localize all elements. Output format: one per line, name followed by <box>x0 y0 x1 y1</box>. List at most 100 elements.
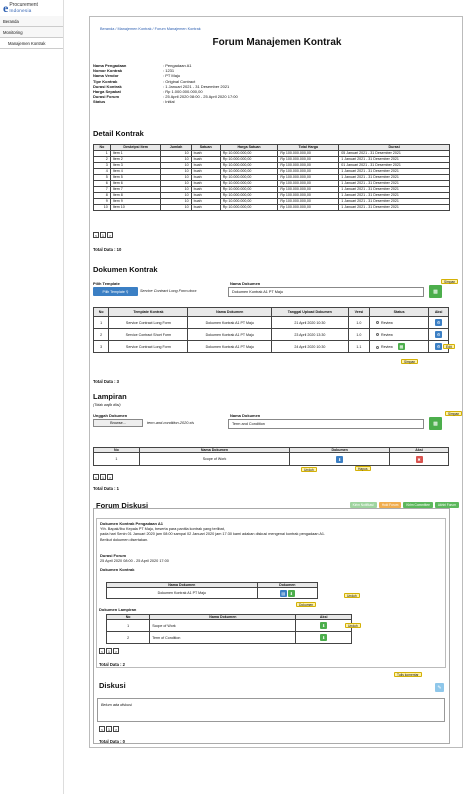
table-cell: 1.0 <box>347 316 371 329</box>
edit-button[interactable]: ⚙ <box>435 343 443 350</box>
table-row: 1 Service Contract Long Form Dokumen Kontr… <box>92 316 449 329</box>
table-cell: 1 <box>92 316 110 329</box>
lampiran-title: Lampiran <box>93 392 127 401</box>
pager-page-button[interactable]: 1 <box>106 726 112 732</box>
logo-line2: Indonesia <box>9 8 32 13</box>
edit-button[interactable]: ⚙ <box>435 331 443 338</box>
pager-page-button[interactable]: 1 <box>106 648 112 654</box>
tooltip-edit: Edit <box>443 344 455 349</box>
pager-prev-button[interactable]: < <box>93 232 99 238</box>
pilih-template-button[interactable]: Pilih Template ⚲ <box>93 287 138 296</box>
detail-pager: < 1 > <box>93 232 113 238</box>
aksi-cell: ⬇ <box>295 619 352 632</box>
status-radio[interactable] <box>376 333 380 337</box>
table-cell: Dokumen Kontrak A1 PT Maju <box>187 328 272 341</box>
pager-next-button[interactable]: > <box>113 648 119 654</box>
unggah-label: Unggah Dokumen <box>93 413 128 418</box>
lampiran-nama-input[interactable]: Term and Condition <box>228 419 424 429</box>
table-cell: 2 <box>92 328 110 341</box>
pencil-icon: ✎ <box>437 684 442 691</box>
nav-item-monitoring[interactable]: Monitoring <box>0 27 63 38</box>
status-label: Review <box>381 345 393 349</box>
forum-action-button[interactable]: Hold Forum <box>378 502 402 508</box>
table-cell: Term of Condition <box>149 631 297 644</box>
column-header: Tanggal Upload Dokumen <box>270 307 349 317</box>
table-cell: 10 <box>160 204 192 211</box>
browse-button[interactable]: Browse... <box>93 419 143 427</box>
table-cell: 21 April 2020 10:30 <box>270 316 349 329</box>
status-cell: Review <box>369 316 430 329</box>
status-radio[interactable] <box>376 321 380 325</box>
dokumen-cell: ▤ ⬇ <box>256 587 319 599</box>
dokumen-cell: ⬇ <box>289 452 391 466</box>
dl-label: Dokumen Lampiran <box>99 607 137 612</box>
forum-action-button[interactable]: Kirim Committee <box>403 502 433 508</box>
pager-next-button[interactable]: > <box>107 232 113 238</box>
gear-icon: ⚙ <box>436 320 441 325</box>
diskusi-textarea[interactable]: Belum ada diskusi <box>97 698 445 722</box>
table-cell: Service Contract Long Form <box>108 316 189 329</box>
column-header: Versi <box>347 307 371 317</box>
durasi-label: Durasi Forum <box>100 552 127 558</box>
save-icon: ▩ <box>399 344 404 349</box>
pager-next-button[interactable]: > <box>113 726 119 732</box>
status-radio[interactable] <box>376 345 380 349</box>
write-comment-button[interactable]: ✎ <box>435 683 444 692</box>
pager-next-button[interactable]: > <box>107 474 113 480</box>
table-cell: Dokumen Kontrak A1 PT Maju <box>106 587 258 599</box>
save-dokumen-button[interactable]: ▩ <box>429 285 442 298</box>
template-label: Pilih Template <box>93 281 120 286</box>
lampiran-pager: < 1 > <box>93 474 113 480</box>
tooltip-unduh-forum: Unduh <box>344 593 360 598</box>
forum-lampiran-table: No Nama Dokumen Aksi 1 Scope of Work ⬇ 2 Term o… <box>105 614 352 644</box>
template-filename: Service Contract Long Form.docx <box>140 289 197 293</box>
column-header: Template Kontrak <box>108 307 189 317</box>
delete-button[interactable]: ✖ <box>415 455 423 463</box>
forum-action-button[interactable]: Kirim Notifikasi <box>349 502 377 508</box>
nama-dokumen-label: Nama Dokumen <box>230 281 261 286</box>
nama-dokumen-input[interactable]: Dokumen Kontrak A1 PT Maju <box>228 287 424 297</box>
forum-action-button[interactable]: Akhiri Forum <box>434 502 459 508</box>
main-panel: Beranda / Manajemen Kontrak / Forum Mana… <box>89 16 463 748</box>
download-button[interactable]: ⬇ <box>287 589 295 597</box>
save-icon: ▩ <box>433 420 438 427</box>
save-row-button[interactable]: ▩ <box>397 343 405 350</box>
file-name: term-and-condition-2020.xls <box>147 421 195 425</box>
download-button[interactable]: ⬇ <box>320 622 328 629</box>
pager-prev-button[interactable]: < <box>99 726 105 732</box>
table-cell: 1 <box>93 452 140 466</box>
table-cell: 10 <box>93 204 111 211</box>
diskusi-pager: < 1 > <box>99 726 119 732</box>
info-key: Status <box>93 99 106 105</box>
nav-item-manajemen-kontrak[interactable]: Manajemen Kontrak <box>0 38 63 49</box>
table-cell: Service Contract Short Form <box>108 328 189 341</box>
pager-page-button[interactable]: 1 <box>100 474 106 480</box>
pager-prev-button[interactable]: < <box>93 474 99 480</box>
download-icon: ⬇ <box>322 635 326 640</box>
file-button[interactable]: ▤ <box>279 589 287 597</box>
nav-item-beranda[interactable]: Beranda <box>0 16 63 27</box>
download-icon: ⬇ <box>337 456 342 462</box>
aksi-cell: ✖ <box>389 452 449 466</box>
table-cell: 3 <box>92 340 110 353</box>
file-icon: ▤ <box>281 590 286 596</box>
pager-prev-button[interactable]: < <box>99 648 105 654</box>
forum-dokumen-table: Nama Dokumen Dokumen Dokumen Kontrak A1 PT… <box>106 582 319 599</box>
column-header: No <box>92 307 110 317</box>
table-cell: 1 Januari 2021 - 31 Desember 2021 <box>338 204 450 211</box>
breadcrumb[interactable]: Beranda / Manajemen Kontrak / Forum Mana… <box>100 27 201 31</box>
table-row: 3 Service Contract Long Form Dokumen Kontr… <box>92 340 449 353</box>
tooltip-unduh: Unduh <box>301 467 317 472</box>
sidebar: e Procurement Indonesia Beranda Monitori… <box>0 0 64 794</box>
table-row: 2 Term of Condition ⬇ <box>105 631 352 644</box>
download-button[interactable]: ⬇ <box>320 634 328 641</box>
dk-label: Dokumen Kontrak <box>100 567 135 573</box>
edit-button[interactable]: ⚙ <box>435 319 443 326</box>
save-lampiran-button[interactable]: ▩ <box>429 417 442 430</box>
table-cell: 1 <box>105 619 151 632</box>
tooltip-unduh-lampiran: Unduh <box>345 623 361 628</box>
search-icon: ⚲ <box>125 289 129 294</box>
pager-page-button[interactable]: 1 <box>100 232 106 238</box>
table-row: 1 Scope of Work ⬇ <box>105 619 352 632</box>
download-button[interactable]: ⬇ <box>336 455 344 463</box>
